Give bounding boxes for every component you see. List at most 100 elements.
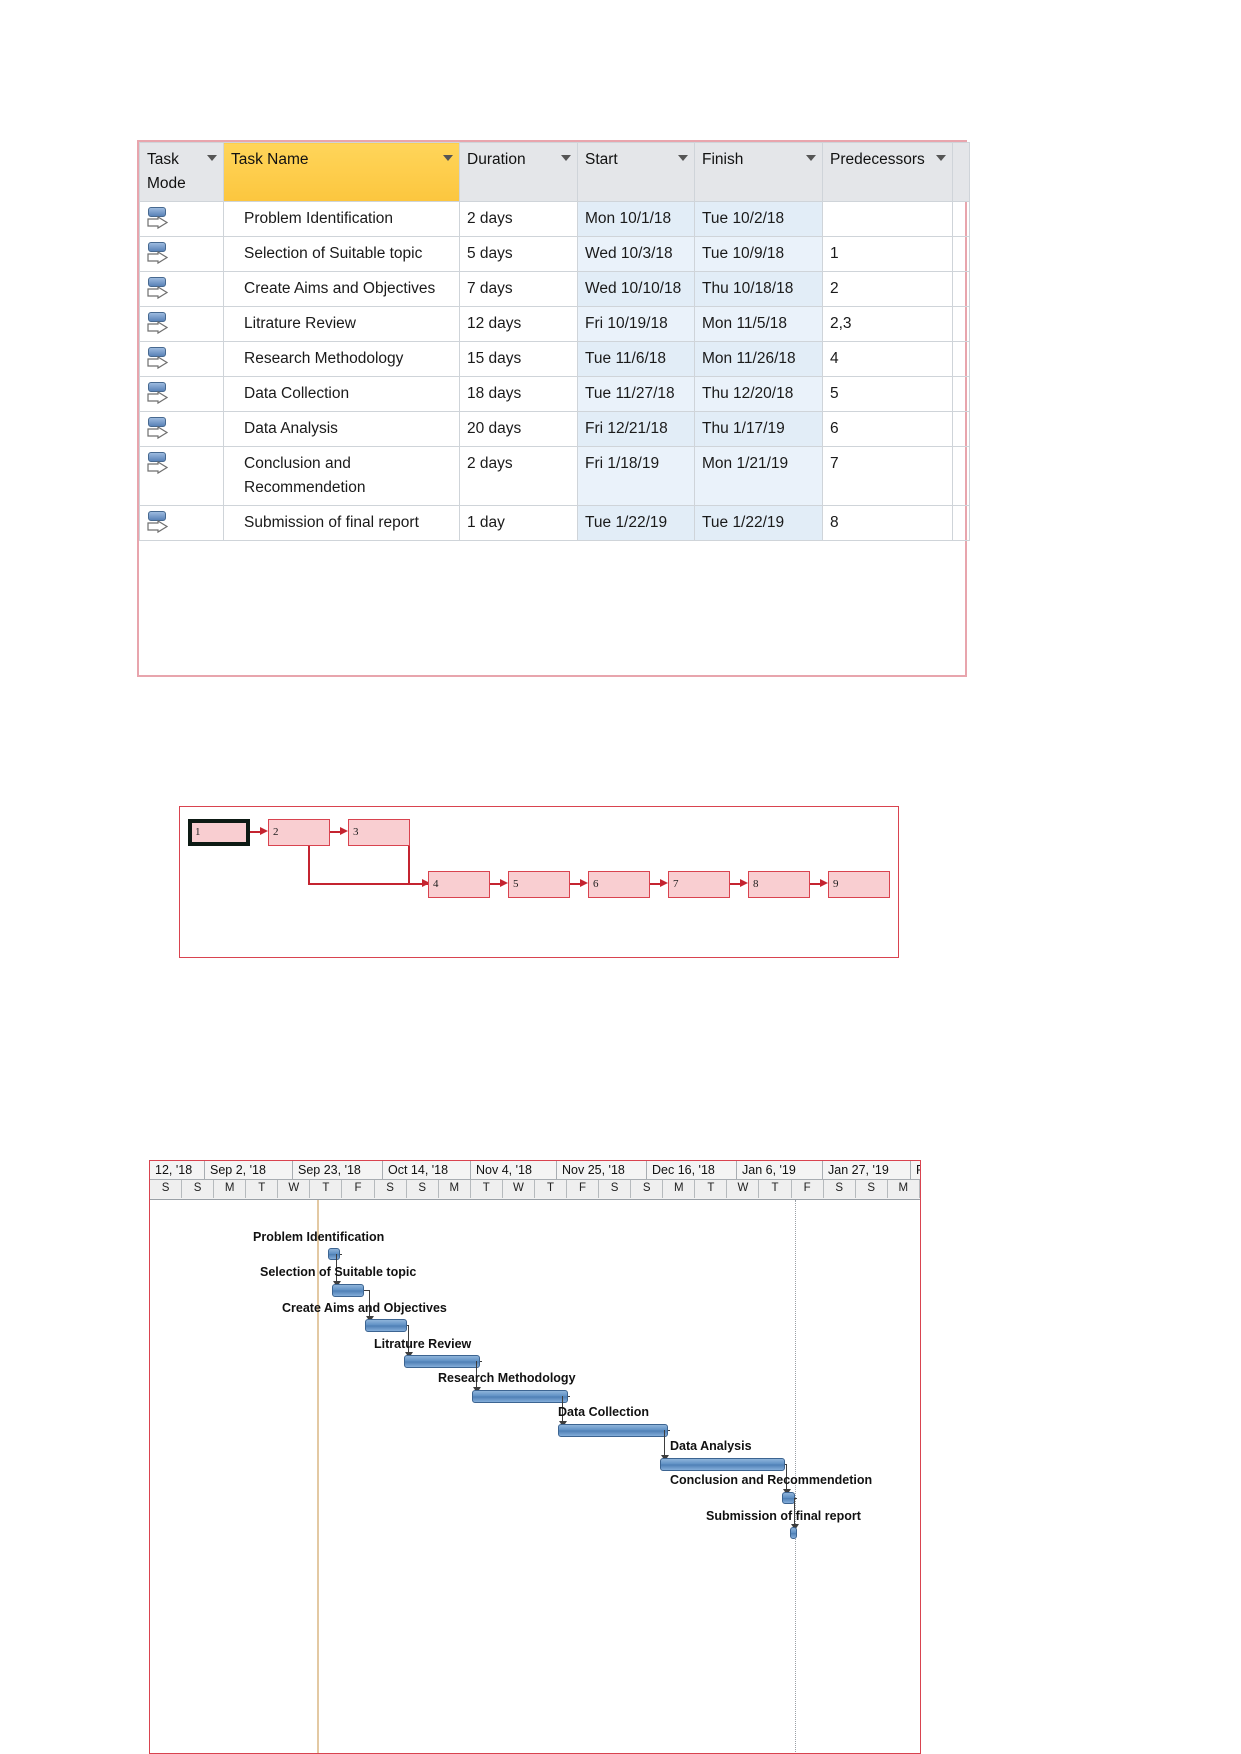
cell-start[interactable]: Wed 10/10/18 [577, 271, 695, 308]
cell-finish[interactable]: Tue 10/2/18 [694, 201, 823, 238]
cell-task-name[interactable]: Research Methodology [223, 341, 460, 378]
cell-predecessors[interactable]: 6 [822, 411, 953, 448]
task-mode-icon[interactable] [147, 207, 169, 231]
network-node-6[interactable]: 6 [588, 871, 650, 898]
task-mode-icon[interactable] [147, 511, 169, 535]
table-row[interactable]: Litrature Review 12 days Fri 10/19/18 Mon 1… [139, 306, 970, 343]
network-node-1[interactable]: 1 [188, 819, 250, 846]
cell-predecessors[interactable]: 2 [822, 271, 953, 308]
table-row[interactable]: Conclusion and Recommendetion 2 days Fri 1… [139, 446, 970, 507]
cell-finish[interactable]: Thu 12/20/18 [694, 376, 823, 413]
gantt-bar[interactable] [472, 1390, 568, 1403]
cell-duration[interactable]: 2 days [459, 446, 578, 507]
cell-duration[interactable]: 15 days [459, 341, 578, 378]
cell-task-name[interactable]: Conclusion and Recommendetion [223, 446, 460, 507]
task-mode-icon[interactable] [147, 417, 169, 441]
network-node-4[interactable]: 4 [428, 871, 490, 898]
table-row[interactable]: Create Aims and Objectives 7 days Wed 10/1… [139, 271, 970, 308]
cell-duration[interactable]: 20 days [459, 411, 578, 448]
network-node-8[interactable]: 8 [748, 871, 810, 898]
gantt-bar[interactable] [790, 1527, 797, 1539]
cell-finish[interactable]: Thu 10/18/18 [694, 271, 823, 308]
cell-start[interactable]: Wed 10/3/18 [577, 236, 695, 273]
cell-predecessors[interactable]: 1 [822, 236, 953, 273]
cell-task-name[interactable]: Data Collection [223, 376, 460, 413]
column-header-task-mode[interactable]: Task Mode [139, 141, 224, 203]
table-row[interactable]: Research Methodology 15 days Tue 11/6/18 Mo… [139, 341, 970, 378]
column-header-finish[interactable]: Finish [694, 141, 823, 203]
cell-predecessors[interactable] [822, 201, 953, 238]
cell-task-mode[interactable] [139, 341, 224, 378]
column-header-start[interactable]: Start [577, 141, 695, 203]
table-row[interactable]: Data Analysis 20 days Fri 12/21/18 Thu 1/17… [139, 411, 970, 448]
cell-predecessors[interactable]: 8 [822, 505, 953, 542]
cell-predecessors[interactable]: 4 [822, 341, 953, 378]
table-row[interactable]: Data Collection 18 days Tue 11/27/18 Thu 12… [139, 376, 970, 413]
column-header-predecessors[interactable]: Predecessors [822, 141, 953, 203]
cell-duration[interactable]: 12 days [459, 306, 578, 343]
task-mode-icon[interactable] [147, 312, 169, 336]
cell-task-mode[interactable] [139, 306, 224, 343]
cell-predecessors[interactable]: 7 [822, 446, 953, 507]
cell-duration[interactable]: 18 days [459, 376, 578, 413]
network-node-3[interactable]: 3 [348, 819, 410, 846]
column-header-task-name[interactable]: Task Name [223, 141, 460, 203]
cell-finish[interactable]: Tue 1/22/19 [694, 505, 823, 542]
cell-duration[interactable]: 5 days [459, 236, 578, 273]
cell-start[interactable]: Fri 12/21/18 [577, 411, 695, 448]
cell-duration[interactable]: 2 days [459, 201, 578, 238]
cell-task-name[interactable]: Problem Identification [223, 201, 460, 238]
chevron-down-icon[interactable] [678, 155, 688, 161]
cell-duration[interactable]: 7 days [459, 271, 578, 308]
cell-start[interactable]: Fri 1/18/19 [577, 446, 695, 507]
cell-task-name[interactable]: Data Analysis [223, 411, 460, 448]
cell-finish[interactable]: Mon 1/21/19 [694, 446, 823, 507]
chevron-down-icon[interactable] [936, 155, 946, 161]
network-node-2[interactable]: 2 [268, 819, 330, 846]
gantt-bar[interactable] [660, 1458, 785, 1471]
gantt-bar[interactable] [404, 1355, 480, 1368]
cell-finish[interactable]: Mon 11/5/18 [694, 306, 823, 343]
cell-task-name[interactable]: Litrature Review [223, 306, 460, 343]
network-node-9[interactable]: 9 [828, 871, 890, 898]
table-row[interactable]: Submission of final report 1 day Tue 1/22/… [139, 505, 970, 542]
cell-start[interactable]: Tue 1/22/19 [577, 505, 695, 542]
cell-task-mode[interactable] [139, 446, 224, 507]
task-mode-icon[interactable] [147, 382, 169, 406]
table-row[interactable]: Problem Identification 2 days Mon 10/1/18 T… [139, 201, 970, 238]
cell-predecessors[interactable]: 5 [822, 376, 953, 413]
network-node-7[interactable]: 7 [668, 871, 730, 898]
gantt-bar[interactable] [558, 1424, 668, 1437]
task-mode-icon[interactable] [147, 242, 169, 266]
task-mode-icon[interactable] [147, 277, 169, 301]
cell-start[interactable]: Tue 11/6/18 [577, 341, 695, 378]
cell-finish[interactable]: Tue 10/9/18 [694, 236, 823, 273]
cell-finish[interactable]: Thu 1/17/19 [694, 411, 823, 448]
cell-start[interactable]: Mon 10/1/18 [577, 201, 695, 238]
network-node-5[interactable]: 5 [508, 871, 570, 898]
cell-task-name[interactable]: Submission of final report [223, 505, 460, 542]
chevron-down-icon[interactable] [806, 155, 816, 161]
gantt-bar[interactable] [328, 1248, 340, 1260]
column-header-duration[interactable]: Duration [459, 141, 578, 203]
cell-task-name[interactable]: Selection of Suitable topic [223, 236, 460, 273]
chevron-down-icon[interactable] [443, 155, 453, 161]
cell-start[interactable]: Fri 10/19/18 [577, 306, 695, 343]
cell-task-mode[interactable] [139, 201, 224, 238]
task-mode-icon[interactable] [147, 452, 169, 476]
cell-finish[interactable]: Mon 11/26/18 [694, 341, 823, 378]
cell-task-mode[interactable] [139, 236, 224, 273]
cell-task-mode[interactable] [139, 376, 224, 413]
cell-task-mode[interactable] [139, 271, 224, 308]
cell-task-mode[interactable] [139, 505, 224, 542]
cell-start[interactable]: Tue 11/27/18 [577, 376, 695, 413]
table-row[interactable]: Selection of Suitable topic 5 days Wed 10/… [139, 236, 970, 273]
chevron-down-icon[interactable] [561, 155, 571, 161]
chevron-down-icon[interactable] [207, 155, 217, 161]
cell-task-name[interactable]: Create Aims and Objectives [223, 271, 460, 308]
task-mode-icon[interactable] [147, 347, 169, 371]
cell-task-mode[interactable] [139, 411, 224, 448]
cell-predecessors[interactable]: 2,3 [822, 306, 953, 343]
gantt-bar[interactable] [365, 1319, 407, 1332]
gantt-bar[interactable] [332, 1284, 364, 1297]
